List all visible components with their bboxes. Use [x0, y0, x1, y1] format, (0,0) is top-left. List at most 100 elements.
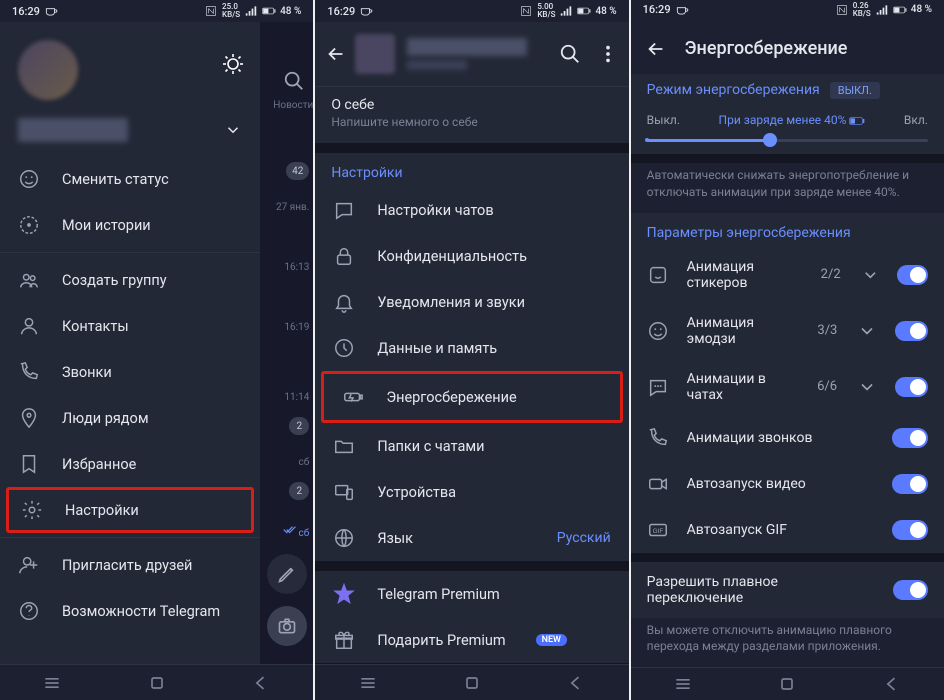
menu-label: Создать группу	[62, 272, 167, 289]
nav-home-icon[interactable]	[462, 673, 482, 693]
avatar[interactable]	[18, 40, 78, 100]
nav-home-icon[interactable]	[777, 674, 797, 694]
setting-chat-settings[interactable]: Настройки чатов	[315, 187, 628, 233]
nfc-icon	[835, 3, 849, 17]
menu-saved[interactable]: Избранное	[0, 441, 260, 487]
setting-gift-premium[interactable]: Подарить PremiumNEW	[315, 617, 628, 663]
nav-menu-icon[interactable]	[42, 673, 62, 693]
menu-label: Сменить статус	[62, 171, 169, 188]
setting-folders[interactable]: Папки с чатами	[315, 423, 628, 469]
nav-back-icon[interactable]	[882, 674, 902, 694]
back-icon[interactable]	[325, 43, 347, 65]
menu-change-status[interactable]: Сменить статус	[0, 156, 260, 202]
menu-contacts[interactable]: Контакты	[0, 303, 260, 349]
toggle[interactable]	[895, 321, 928, 341]
search-icon[interactable]	[559, 43, 581, 65]
menu-calls[interactable]: Звонки	[0, 349, 260, 395]
folder-icon	[333, 435, 355, 457]
chat-icon	[333, 199, 355, 221]
param-call-anim[interactable]: Анимации звонков	[631, 415, 944, 461]
hint-text: Вы можете отключить анимацию плавного пе…	[631, 618, 944, 668]
smile-icon	[647, 320, 669, 342]
menu-my-stories[interactable]: Мои истории	[0, 202, 260, 248]
setting-premium[interactable]: Telegram Premium	[315, 571, 628, 617]
param-autoplay-gif[interactable]: GIFАвтозапуск GIF	[631, 507, 944, 553]
menu-features[interactable]: Возможности Telegram	[0, 588, 260, 634]
toggle[interactable]	[893, 580, 928, 600]
chevron-down-icon[interactable]	[224, 121, 242, 139]
param-chat-anim[interactable]: Анимации в чатах6/6	[631, 359, 944, 415]
section-title: Параметры энергосбережения	[631, 213, 944, 247]
setting-language[interactable]: ЯзыкРусский	[315, 515, 628, 561]
toggle[interactable]	[892, 428, 928, 448]
time-label: 11:14	[284, 392, 309, 403]
setting-notifications[interactable]: Уведомления и звуки	[315, 279, 628, 325]
battery-icon	[262, 4, 276, 18]
slider-on-label: Вкл.	[904, 113, 928, 127]
param-autoplay-video[interactable]: Автозапуск видео	[631, 461, 944, 507]
more-icon[interactable]	[597, 43, 619, 65]
menu-label: Люди рядом	[62, 410, 149, 427]
nav-home-icon[interactable]	[147, 673, 167, 693]
date-label: 27 янв.	[276, 202, 309, 213]
nav-menu-icon[interactable]	[673, 674, 693, 694]
nav-bar	[0, 664, 313, 700]
menu-create-group[interactable]: Создать группу	[0, 257, 260, 303]
cup-icon	[359, 4, 373, 18]
phone-icon	[18, 361, 40, 383]
dots-icon	[647, 376, 669, 398]
play-circle-icon	[18, 214, 40, 236]
about-section[interactable]: О себе Напишите немного о себе	[315, 86, 628, 143]
power-slider[interactable]	[647, 139, 928, 142]
menu-invite[interactable]: Пригласить друзей	[0, 542, 260, 588]
new-badge: NEW	[536, 634, 567, 646]
profile-section[interactable]	[0, 28, 260, 156]
profile-name	[18, 118, 128, 142]
video-icon	[647, 473, 669, 495]
toggle[interactable]	[892, 520, 928, 540]
toggle[interactable]	[895, 377, 928, 397]
menu-label: Возможности Telegram	[62, 603, 220, 620]
nav-back-icon[interactable]	[566, 673, 586, 693]
mode-row: Режим энергосбережения ВЫКЛ.	[631, 74, 944, 107]
status-bar: 16:29 0.26KB/S 48 %	[631, 0, 944, 20]
param-sticker-anim[interactable]: Анимация стикеров2/2	[631, 247, 944, 303]
badge: 2	[289, 417, 309, 435]
avatar[interactable]	[355, 34, 395, 74]
theme-toggle-icon[interactable]	[221, 52, 245, 76]
menu-label: Звонки	[62, 364, 112, 381]
toggle[interactable]	[892, 474, 928, 494]
back-icon[interactable]	[645, 38, 667, 60]
setting-devices[interactable]: Устройства	[315, 469, 628, 515]
setting-privacy[interactable]: Конфиденциальность	[315, 233, 628, 279]
setting-power-saving[interactable]: Энергосбережение	[321, 371, 622, 423]
nav-menu-icon[interactable]	[358, 673, 378, 693]
sticker-icon	[647, 264, 669, 286]
nav-back-icon[interactable]	[251, 673, 271, 693]
setting-data[interactable]: Данные и память	[315, 325, 628, 371]
camera-fab[interactable]	[267, 606, 307, 646]
sliver-label[interactable]: Новости	[273, 100, 313, 111]
time-label: 16:13	[284, 262, 309, 273]
page-title: Энергосбережение	[685, 38, 848, 59]
menu-people-nearby[interactable]: Люди рядом	[0, 395, 260, 441]
devices-icon	[333, 481, 355, 503]
section-title: Настройки	[315, 153, 628, 187]
slider-mid-label: При заряде менее 40%	[719, 113, 866, 127]
menu-settings[interactable]: Настройки	[6, 487, 254, 533]
param-smooth-transition[interactable]: Разрешить плавное переключение	[631, 562, 944, 618]
chevron-down-icon	[857, 376, 877, 398]
menu-label: Пригласить друзей	[62, 557, 192, 574]
param-emoji-anim[interactable]: Анимация эмодзи3/3	[631, 303, 944, 359]
panel-sidebar-menu: 16:29 25.0KB/S 48 % Сме	[0, 0, 313, 700]
mode-label: Режим энергосбережения	[647, 82, 820, 98]
badge: 2	[289, 482, 309, 500]
search-icon[interactable]	[283, 70, 305, 92]
time-label: 16:19	[284, 322, 309, 333]
signal-icon	[559, 4, 573, 18]
slider-thumb[interactable]	[763, 133, 777, 147]
edit-fab[interactable]	[267, 554, 307, 594]
divider	[0, 537, 260, 538]
location-icon	[18, 407, 40, 429]
toggle[interactable]	[897, 265, 928, 285]
